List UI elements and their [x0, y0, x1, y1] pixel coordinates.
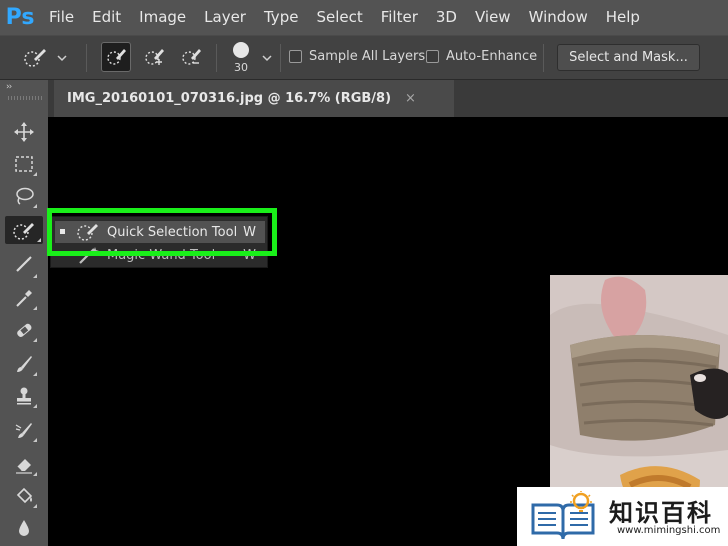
menu-select[interactable]: Select: [307, 0, 371, 35]
quick-selection-tool-button[interactable]: [5, 216, 43, 244]
menu-layer[interactable]: Layer: [195, 0, 255, 35]
menu-file[interactable]: File: [40, 0, 83, 35]
auto-enhance-checkbox[interactable]: [426, 50, 439, 63]
menu-window[interactable]: Window: [520, 0, 597, 35]
add-to-selection-icon: [145, 49, 164, 65]
document-tab[interactable]: IMG_20160101_070316.jpg @ 16.7% (RGB/8) …: [54, 80, 454, 117]
watermark-title: 知识百科: [609, 499, 713, 527]
blur-tool-button[interactable]: [9, 514, 39, 542]
menu-help[interactable]: Help: [597, 0, 649, 35]
tools-panel: ››: [0, 80, 48, 546]
select-and-mask-button[interactable]: Select and Mask...: [557, 44, 700, 71]
new-selection-button[interactable]: [101, 42, 131, 72]
menu-filter[interactable]: Filter: [372, 0, 427, 35]
watermark-url: www.mimingshi.com: [617, 525, 721, 536]
history-brush-tool-button[interactable]: [9, 416, 39, 444]
flyout-indicator: [33, 404, 37, 408]
quick-selection-icon: [24, 49, 46, 67]
history-brush-icon: [15, 423, 32, 438]
rectangular-marquee-icon: [15, 156, 33, 172]
paint-bucket-tool-button[interactable]: [9, 482, 39, 510]
flyout-indicator: [33, 472, 37, 476]
menu-bar: Ps File Edit Image Layer Type Select Fil…: [0, 0, 728, 35]
brush-tip-icon: [233, 42, 249, 58]
eraser-icon: [16, 459, 32, 474]
menu-view[interactable]: View: [466, 0, 520, 35]
healing-brush-tool-button[interactable]: [9, 316, 39, 344]
eyedropper-icon: [16, 290, 32, 307]
options-bar: 30 Sample All Layers Auto-Enhance Select…: [0, 35, 728, 80]
book-lightbulb-logo: [531, 491, 595, 540]
lasso-icon: [16, 187, 34, 205]
bandage-icon: [17, 323, 32, 337]
flyout-indicator: [33, 438, 37, 442]
flyout-indicator: [33, 204, 37, 208]
lasso-tool-button[interactable]: [9, 182, 39, 210]
brush-tool-button[interactable]: [9, 350, 39, 378]
close-icon[interactable]: ×: [405, 91, 416, 106]
marquee-tool-button[interactable]: [9, 150, 39, 178]
eraser-tool-button[interactable]: [9, 450, 39, 478]
menu-type[interactable]: Type: [255, 0, 307, 35]
flyout-indicator: [37, 238, 41, 242]
flyout-indicator: [33, 504, 37, 508]
add-to-selection-button[interactable]: [139, 42, 169, 72]
tool-preset-picker[interactable]: [22, 44, 72, 72]
watermark: 知识百科 www.mimingshi.com: [517, 487, 728, 546]
stamp-icon: [17, 387, 31, 405]
panel-grip[interactable]: [8, 96, 42, 100]
paint-bucket-icon: [16, 487, 33, 504]
move-icon: [14, 122, 34, 142]
clone-stamp-tool-button[interactable]: [9, 382, 39, 410]
divider: [216, 44, 217, 72]
new-selection-icon: [107, 49, 126, 65]
crop-icon: [16, 256, 32, 272]
eyedropper-tool-button[interactable]: [9, 284, 39, 312]
menu-image[interactable]: Image: [130, 0, 195, 35]
divider: [280, 44, 281, 72]
brush-size-value: 30: [234, 61, 248, 74]
chevron-down-icon[interactable]: [261, 52, 273, 64]
divider: [86, 44, 87, 72]
flyout-indicator: [33, 172, 37, 176]
highlight-box: [47, 208, 277, 256]
divider: [543, 44, 544, 72]
flyout-indicator: [33, 338, 37, 342]
subtract-from-selection-icon: [182, 49, 201, 65]
sample-all-layers-checkbox[interactable]: [289, 50, 302, 63]
sample-all-layers-label: Sample All Layers: [309, 49, 426, 64]
auto-enhance-label: Auto-Enhance: [446, 49, 538, 64]
collapse-panel-icon[interactable]: ››: [6, 82, 12, 92]
subtract-from-selection-button[interactable]: [176, 42, 206, 72]
menu-3d[interactable]: 3D: [427, 0, 466, 35]
document-tab-title: IMG_20160101_070316.jpg @ 16.7% (RGB/8): [67, 91, 392, 106]
menu-edit[interactable]: Edit: [83, 0, 130, 35]
quick-selection-icon: [13, 223, 34, 240]
paintbrush-icon: [17, 356, 32, 372]
move-tool-button[interactable]: [9, 118, 39, 146]
document-tab-bar: IMG_20160101_070316.jpg @ 16.7% (RGB/8) …: [48, 80, 728, 117]
crop-tool-button[interactable]: [9, 252, 39, 280]
droplet-icon: [19, 520, 29, 536]
photoshop-logo: Ps: [5, 5, 35, 30]
flyout-indicator: [33, 306, 37, 310]
flyout-indicator: [33, 274, 37, 278]
chevron-down-icon: [57, 55, 67, 62]
flyout-indicator: [33, 372, 37, 376]
